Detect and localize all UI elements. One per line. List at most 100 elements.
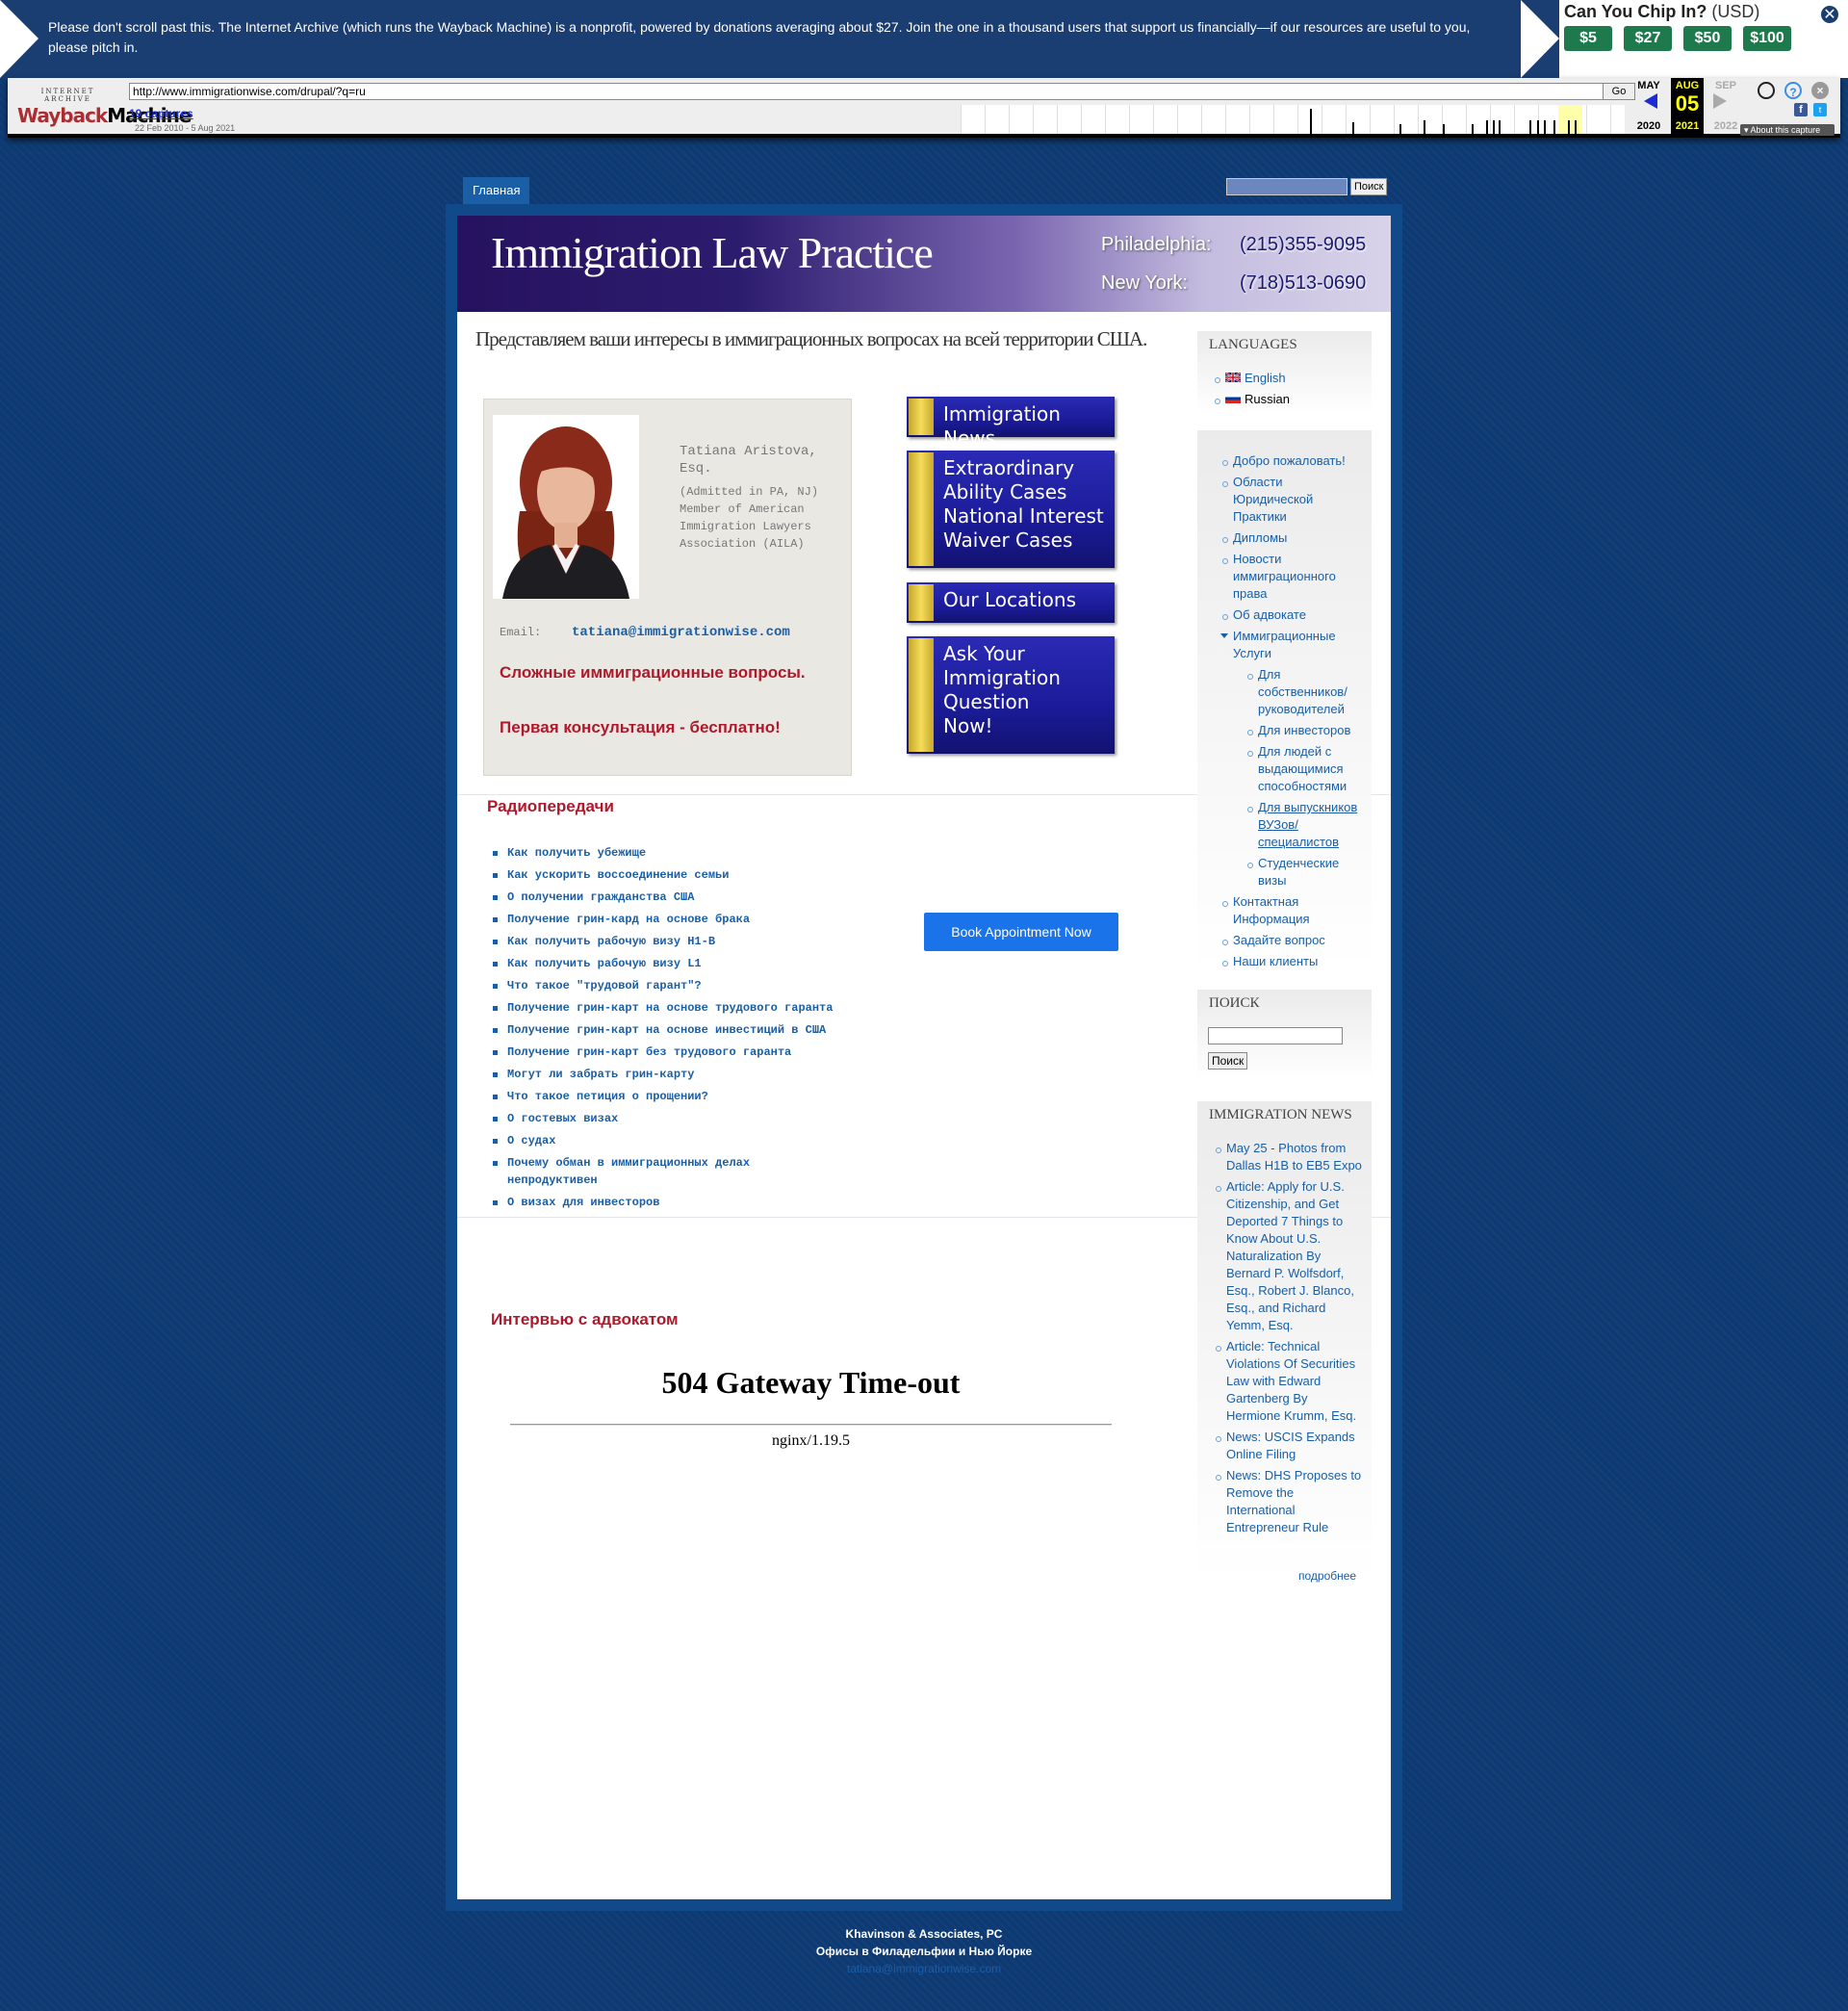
book-appointment-button[interactable]: Book Appointment Now xyxy=(924,913,1118,951)
promo-bar-decoration xyxy=(909,584,934,621)
sparkline-bar xyxy=(1575,120,1577,134)
menu-ask-question[interactable]: Задайте вопрос xyxy=(1222,932,1367,949)
sparkline-bar xyxy=(1486,120,1488,134)
radio-item[interactable]: Получение грин-карт без трудового гарант… xyxy=(493,1044,839,1061)
footer-company: Khavinson & Associates, PC xyxy=(845,1927,1003,1941)
twitter-icon[interactable]: t xyxy=(1813,103,1827,116)
menu-immigration-services[interactable]: Иммиграционные Услуги xyxy=(1220,628,1348,662)
facebook-icon[interactable]: f xyxy=(1794,103,1808,116)
promo-our-locations[interactable]: Our Locations xyxy=(907,582,1115,623)
wayback-logo[interactable]: INTERNET ARCHIVE WaybackMachine xyxy=(17,88,192,127)
email-link[interactable]: tatiana@immigrationwise.com xyxy=(572,625,790,640)
nav-tab-home[interactable]: Главная xyxy=(463,177,530,204)
language-russian[interactable]: Russian xyxy=(1215,391,1359,408)
attorney-photo xyxy=(493,415,639,599)
menu-welcome[interactable]: Добро пожаловать! xyxy=(1222,452,1367,470)
menu-contact-info[interactable]: Контактная Информация xyxy=(1222,893,1338,928)
news-title: IMMIGRATION NEWS xyxy=(1209,1107,1352,1122)
promo-ask-question[interactable]: Ask Your Immigration Question Now! xyxy=(907,636,1115,754)
promo-bar-decoration xyxy=(909,452,934,566)
internet-archive-label: INTERNET ARCHIVE xyxy=(40,88,95,103)
help-icon[interactable]: ? xyxy=(1784,82,1802,99)
prev-year-label[interactable]: 2020 xyxy=(1632,120,1665,132)
promo-bar-decoration xyxy=(909,399,934,435)
menu-immigration-news[interactable]: Новости иммиграционного права xyxy=(1222,551,1348,603)
wayback-go-button[interactable]: Go xyxy=(1603,83,1635,100)
sparkline-bar xyxy=(1568,120,1570,134)
chip-panel-notch xyxy=(1521,0,1559,78)
radio-item[interactable]: Могут ли забрать грин-карту xyxy=(493,1066,839,1083)
radio-item[interactable]: Получение грин-карт на основе инвестиций… xyxy=(493,1021,839,1039)
phone-philadelphia: (215)355-9095 xyxy=(1240,234,1367,255)
news-item[interactable]: Article: Apply for U.S. Citizenship, and… xyxy=(1216,1178,1364,1334)
radio-item[interactable]: Получение грин-кард на основе брака xyxy=(493,911,839,928)
about-capture-link[interactable]: ▾ About this capture xyxy=(1740,124,1835,136)
news-item[interactable]: May 25 - Photos from Dallas H1B to EB5 E… xyxy=(1216,1140,1364,1174)
banner-arrow-decoration xyxy=(0,0,38,78)
radio-list: Как получить убежище Как ускорить воссое… xyxy=(493,844,839,1216)
close-banner-icon[interactable]: ✕ xyxy=(1819,4,1840,25)
top-search-input[interactable] xyxy=(1226,178,1348,195)
news-list: May 25 - Photos from Dallas H1B to EB5 E… xyxy=(1216,1140,1364,1540)
menu-diplomas[interactable]: Дипломы xyxy=(1222,529,1367,547)
sparkline-bar xyxy=(1352,122,1354,134)
menu-extraordinary-ability[interactable]: Для людей с выдающимися способностями xyxy=(1247,743,1363,795)
language-english-label: English xyxy=(1245,371,1286,385)
radio-item[interactable]: Как получить рабочую визу L1 xyxy=(493,955,839,972)
radio-item[interactable]: Получение грин-карт на основе трудового … xyxy=(493,999,839,1017)
sparkline-bar xyxy=(1537,120,1539,134)
sparkline-bar xyxy=(1443,124,1445,134)
radio-item[interactable]: Что такое "трудовой гарант"? xyxy=(493,977,839,994)
promo-label: Our Locations xyxy=(943,588,1077,611)
menu-practice-areas[interactable]: Области Юридической Практики xyxy=(1222,474,1338,526)
radio-item[interactable]: Как получить убежище xyxy=(493,844,839,862)
capture-sparkline[interactable] xyxy=(961,105,1625,134)
radio-item[interactable]: Как получить рабочую визу H1-B xyxy=(493,933,839,950)
promo-extraordinary-ability[interactable]: Extraordinary Ability Cases National Int… xyxy=(907,451,1115,568)
radio-item[interactable]: О судах xyxy=(493,1132,839,1149)
prev-capture-arrow-icon[interactable] xyxy=(1644,93,1657,109)
menu-about-attorney[interactable]: Об адвокате xyxy=(1222,606,1367,624)
email-label: Email: xyxy=(500,626,542,639)
top-search-button[interactable]: Поиск xyxy=(1350,178,1388,195)
radio-item[interactable]: Что такое петиция о прощении? xyxy=(493,1088,839,1105)
radio-item[interactable]: Почему обман в иммиграционных делах непр… xyxy=(493,1154,782,1189)
radio-item[interactable]: О получении гражданства США xyxy=(493,889,839,906)
sidebar-search-button[interactable]: Поиск xyxy=(1208,1052,1248,1070)
news-item[interactable]: Article: Technical Violations Of Securit… xyxy=(1216,1338,1364,1425)
phone-new-york: (718)513-0690 xyxy=(1240,272,1367,294)
prev-month-label[interactable]: MAY xyxy=(1632,80,1665,91)
next-capture-arrow-icon xyxy=(1713,93,1727,109)
next-year-label: 2022 xyxy=(1713,120,1738,132)
donate-50-button[interactable]: $50 xyxy=(1683,26,1732,51)
news-item[interactable]: News: DHS Proposes to Remove the Interna… xyxy=(1216,1467,1364,1536)
account-icon[interactable] xyxy=(1758,82,1775,99)
menu-student-visas[interactable]: Студенческие визы xyxy=(1247,855,1363,889)
radio-section-title: Радиопередачи xyxy=(487,797,614,815)
donation-message: Please don't scroll past this. The Inter… xyxy=(48,19,1471,55)
menu-graduates[interactable]: Для выпускников ВУЗов/ специалистов xyxy=(1247,799,1363,851)
radio-item[interactable]: О гостевых визах xyxy=(493,1110,839,1127)
captures-link[interactable]: 19 captures xyxy=(129,107,193,120)
donate-27-button[interactable]: $27 xyxy=(1624,26,1672,51)
footer-email-link[interactable]: tatiana@immigrationwise.com xyxy=(457,1960,1391,1977)
promo-immigration-news[interactable]: Immigration News xyxy=(907,397,1115,450)
wayback-url-input[interactable]: http://www.immigrationwise.com/drupal/?q… xyxy=(129,83,1606,100)
donation-amounts: $5 $27 $50 $100 xyxy=(1564,26,1791,51)
radio-item[interactable]: Как ускорить воссоединение семьи xyxy=(493,866,839,884)
language-english[interactable]: English xyxy=(1215,370,1359,387)
sparkline-bar xyxy=(1424,120,1425,134)
news-item[interactable]: News: USCIS Expands Online Filing xyxy=(1216,1429,1364,1463)
menu-for-investors[interactable]: Для инвесторов xyxy=(1247,722,1367,739)
menu-our-clients[interactable]: Наши клиенты xyxy=(1222,953,1367,970)
chip-in-currency: (USD) xyxy=(1711,2,1760,21)
radio-item[interactable]: О визах для инвесторов xyxy=(493,1194,839,1211)
close-toolbar-icon[interactable]: × xyxy=(1811,82,1829,99)
site-title[interactable]: Immigration Law Practice xyxy=(491,227,934,278)
news-more-link[interactable]: подробнее xyxy=(1298,1569,1356,1583)
donate-100-button[interactable]: $100 xyxy=(1743,26,1791,51)
sidebar-search-input[interactable] xyxy=(1208,1027,1343,1044)
menu-for-owners[interactable]: Для собственников/ руководителей xyxy=(1247,666,1363,718)
donate-5-button[interactable]: $5 xyxy=(1564,26,1612,51)
promo-label: Immigration News xyxy=(943,402,1061,450)
